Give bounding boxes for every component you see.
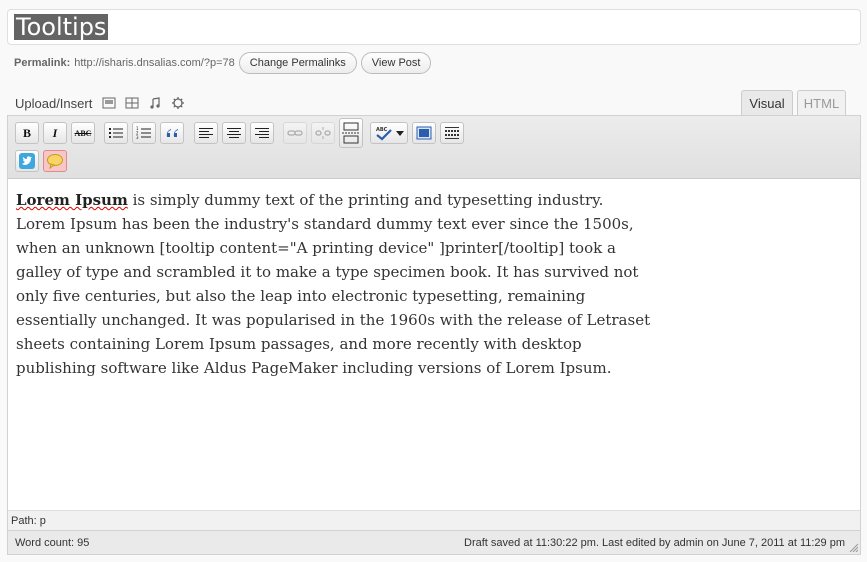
add-audio-icon[interactable] [148,96,162,110]
italic-button[interactable]: I [43,122,67,144]
twitter-icon [19,153,35,169]
spellcheck-button[interactable]: ABC [370,122,408,144]
insert-link-button[interactable] [283,122,307,144]
unlink-button[interactable] [311,122,335,144]
post-title-selected-text[interactable]: Tooltips [14,14,109,40]
autosave-status: Draft saved at 11:30:22 pm. Last edited … [464,536,845,549]
path-text: Path: p [11,514,46,527]
strikethrough-icon: ABC [74,128,92,138]
more-tag-icon [342,122,360,144]
content-bold-lead: Lorem Ipsum [16,191,128,209]
italic-icon: I [52,125,58,140]
add-image-icon[interactable] [102,96,116,110]
align-center-button[interactable] [222,122,246,144]
rich-text-editor: B I ABC 123 ABC Lorem Ipsum is simply du… [7,115,861,555]
tab-html[interactable]: HTML [797,90,846,116]
add-media-icon[interactable] [171,96,185,110]
post-title-field[interactable]: Tooltips [7,9,861,45]
fullscreen-icon [416,126,432,140]
strikethrough-button[interactable]: ABC [71,122,95,144]
bullet-list-button[interactable] [104,122,128,144]
unlink-icon [315,127,331,139]
post-editor-screen: Tooltips Permalink: http://isharis.dnsal… [0,0,867,562]
numbered-list-button[interactable]: 123 [132,122,156,144]
kitchen-sink-icon [445,127,459,139]
bold-icon: B [22,125,31,140]
change-permalinks-button[interactable]: Change Permalinks [238,52,357,74]
editor-content[interactable]: Lorem Ipsum is simply dummy text of the … [16,188,656,380]
resize-handle-icon[interactable] [848,542,858,552]
blockquote-button[interactable] [160,122,184,144]
upload-insert-label: Upload/Insert [15,95,93,111]
link-icon [287,130,303,136]
word-count: Word count: 95 [15,536,90,549]
permalink-row: Permalink: http://isharis.dnsalias.com/?… [14,52,435,74]
align-left-button[interactable] [194,122,218,144]
editor-status-bar: Word count: 95 Draft saved at 11:30:22 p… [8,530,860,554]
insert-more-tag-button[interactable] [339,118,363,148]
chevron-down-icon[interactable] [396,131,404,137]
align-right-button[interactable] [250,122,274,144]
align-center-icon [227,128,241,138]
tooltip-icon [47,154,63,169]
spellcheck-icon: ABC [376,127,392,141]
svg-text:3: 3 [136,135,139,140]
align-left-icon [199,128,213,138]
permalink-label: Permalink: [14,57,71,69]
add-video-icon[interactable] [125,96,139,110]
tab-visual[interactable]: Visual [741,90,793,116]
fullscreen-button[interactable] [412,122,436,144]
media-upload-row: Upload/Insert [15,94,194,112]
twitter-button[interactable] [15,150,39,172]
align-right-icon [255,128,269,138]
numbered-list-icon: 123 [136,126,151,140]
bold-button[interactable]: B [15,122,39,144]
view-post-button[interactable]: View Post [360,52,432,74]
content-body: is simply dummy text of the printing and… [16,191,651,377]
permalink-url[interactable]: http://isharis.dnsalias.com/?p=78 [74,57,235,69]
kitchen-sink-button[interactable] [440,122,464,144]
tooltip-button[interactable] [43,150,67,172]
blockquote-icon [166,129,178,137]
editor-path-bar: Path: p [8,510,860,530]
bullet-list-icon [109,128,123,138]
svg-text:ABC: ABC [376,127,388,133]
editor-toolbar: B I ABC 123 ABC [8,116,860,179]
